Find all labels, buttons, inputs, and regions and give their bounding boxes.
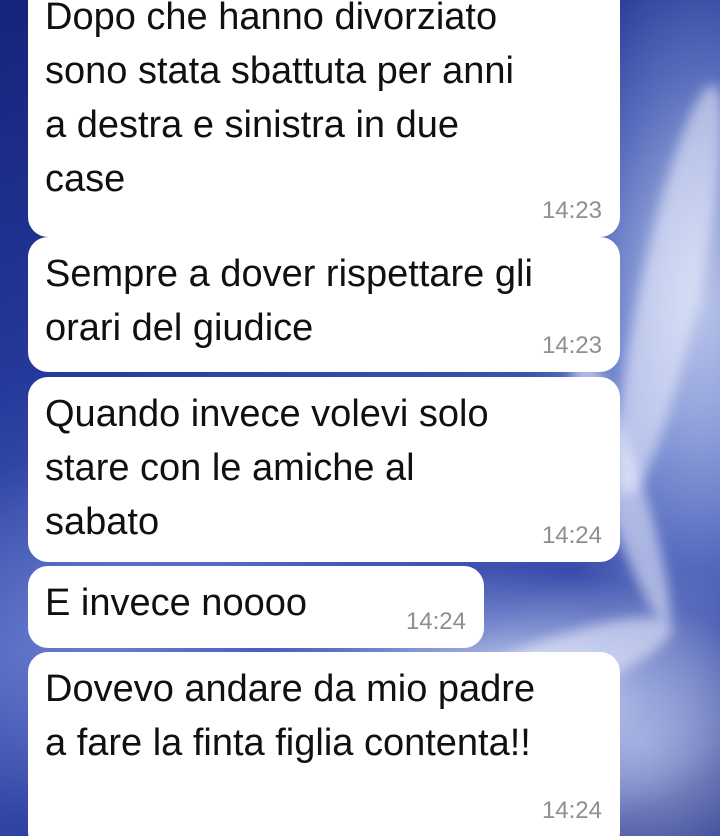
message-text: Sempre a dover rispettare gli orari del … <box>45 253 533 349</box>
message-text: Dovevo andare da mio padre a fare la fin… <box>45 668 536 764</box>
message-bubble-2[interactable]: Sempre a dover rispettare gli orari del … <box>28 237 620 372</box>
message-timestamp: 14:24 <box>541 522 602 549</box>
message-text: Quando invece volevi solo stare con le a… <box>45 393 489 543</box>
message-text: E invece noooo <box>45 582 307 624</box>
message-timestamp: 14:24 <box>405 608 466 635</box>
message-bubble-4[interactable]: E invece noooo 14:24 <box>28 566 484 648</box>
message-timestamp: 14:23 <box>541 332 602 359</box>
message-bubble-3[interactable]: Quando invece volevi solo stare con le a… <box>28 377 620 562</box>
message-bubble-5[interactable]: Dovevo andare da mio padre a fare la fin… <box>28 652 620 836</box>
message-text: Dopo che hanno divorziato sono stata sba… <box>45 0 514 200</box>
message-timestamp: 14:23 <box>541 197 602 224</box>
message-timestamp: 14:24 <box>541 797 602 824</box>
message-bubble-1[interactable]: Dopo che hanno divorziato sono stata sba… <box>28 0 620 237</box>
